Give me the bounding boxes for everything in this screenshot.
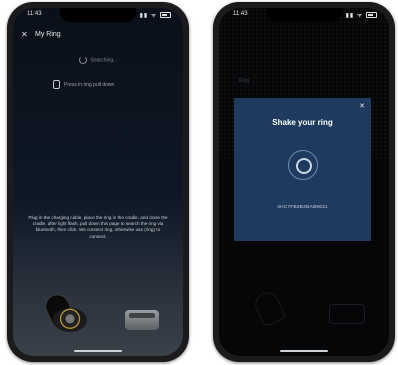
- shake-ring-dialog: ✕ Shake your ring 3HC7FB2B4BAB9631: [234, 98, 371, 241]
- battery-icon: [366, 12, 377, 19]
- dimmed-page-title: Ring: [239, 78, 250, 84]
- status-time: 11:43: [233, 11, 248, 17]
- ring-press-icon: [53, 80, 60, 89]
- dimmed-case-image: [251, 288, 295, 328]
- status-bar: 11:43 ▮▮ ᯤ: [13, 11, 183, 21]
- signal-wifi-icons: ▮▮ ᯤ: [139, 13, 158, 19]
- case-lid: [251, 288, 287, 328]
- close-icon[interactable]: ✕: [359, 102, 365, 110]
- signal-wifi-icons: ▮▮ ᯤ: [345, 13, 364, 19]
- status-icons: ▮▮ ᯤ: [140, 11, 171, 19]
- ring-shake-icon: [287, 150, 318, 180]
- dialog-title: Shake your ring: [272, 118, 333, 127]
- screen-shake-ring: 11:43 ▮▮ ᯤ Ring ✕ Shake your ring 3HC7FB…: [219, 8, 389, 356]
- press-hint-label: Press in ring pull down: [64, 81, 115, 88]
- home-indicator[interactable]: [74, 350, 122, 352]
- status-bar: 11:43 ▮▮ ᯤ: [219, 11, 389, 21]
- pairing-instructions: Plug in the charging cable, place the ri…: [28, 215, 168, 239]
- case-base: [53, 308, 87, 332]
- ring-id-code: 3HC7FB2B4BAB9631: [277, 205, 328, 210]
- press-hint: Press in ring pull down: [53, 80, 114, 89]
- phone-left: 11:43 ▮▮ ᯤ ✕ My Ring Searching... Press …: [7, 2, 189, 362]
- dimmed-tray-image: [329, 304, 365, 324]
- page-title: My Ring: [35, 31, 61, 38]
- ring-inner-circle: [295, 158, 312, 174]
- battery-icon: [160, 12, 171, 19]
- home-indicator[interactable]: [280, 350, 328, 352]
- searching-status: Searching...: [13, 56, 183, 64]
- status-icons: ▮▮ ᯤ: [346, 11, 377, 19]
- screen-my-ring: 11:43 ▮▮ ᯤ ✕ My Ring Searching... Press …: [13, 8, 183, 356]
- searching-label: Searching...: [90, 57, 118, 64]
- status-time: 11:43: [27, 11, 42, 17]
- close-icon[interactable]: ✕: [21, 30, 28, 40]
- charging-case-image: [41, 290, 87, 332]
- phone-right: 11:43 ▮▮ ᯤ Ring ✕ Shake your ring 3HC7FB…: [213, 2, 395, 362]
- spinner-icon: [78, 56, 87, 64]
- charging-tray-image: [125, 310, 159, 330]
- header: ✕ My Ring: [21, 30, 175, 42]
